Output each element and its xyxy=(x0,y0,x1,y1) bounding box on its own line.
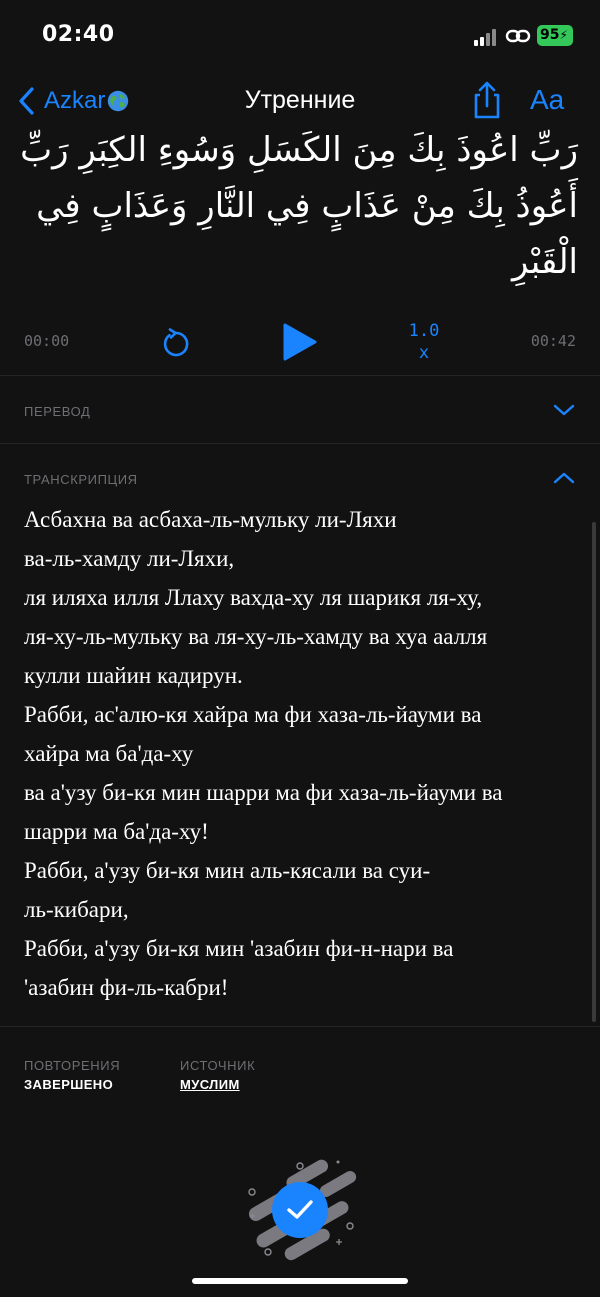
personal-hotspot-icon xyxy=(505,29,531,43)
repetitions-label: ПОВТОРЕНИЯ xyxy=(24,1058,121,1073)
divider xyxy=(0,443,600,444)
back-button[interactable]: Azkar xyxy=(16,86,129,116)
chevron-up-icon xyxy=(553,472,575,484)
battery-level: 95 xyxy=(540,27,560,43)
globe-icon xyxy=(108,90,129,112)
transcription-label: ТРАНСКРИПЦИЯ xyxy=(24,472,138,487)
transcription-line: Асбахна ва асбаха-ль-мульку ли-Ляхи xyxy=(24,507,397,532)
play-icon[interactable] xyxy=(282,322,318,362)
font-size-button[interactable]: Aa xyxy=(530,84,564,116)
transcription-line: ль-кибари, xyxy=(24,897,129,922)
cellular-signal-icon xyxy=(474,28,498,46)
current-time: 00:00 xyxy=(24,332,70,350)
speed-value: 1.0 xyxy=(408,321,440,341)
checkmark-icon xyxy=(287,1200,313,1219)
chevron-left-icon xyxy=(19,87,34,115)
translation-section-header[interactable]: ПЕРЕВОД xyxy=(0,380,600,440)
source-label: ИСТОЧНИК xyxy=(180,1058,256,1073)
navigation-bar: Azkar Утренние Aa xyxy=(0,78,600,128)
source-info: ИСТОЧНИК МУСЛИМ xyxy=(180,1058,255,1092)
translation-label: ПЕРЕВОД xyxy=(24,404,91,419)
share-icon[interactable] xyxy=(470,80,504,120)
transcription-line: кулли шайин кадирун. xyxy=(24,663,243,688)
transcription-line: Рабби, а'узу би-кя мин 'азабин фи-н-нари… xyxy=(24,936,454,961)
status-time: 02:40 xyxy=(42,22,115,47)
charging-bolt-icon: ⚡ xyxy=(559,28,568,42)
repeat-icon[interactable] xyxy=(160,328,192,360)
transcription-line: ва-ль-хамду ли-Ляхи, xyxy=(24,546,235,571)
transcription-text: Асбахна ва асбаха-ль-мульку ли-Ляхи ва-л… xyxy=(24,500,574,1007)
home-indicator[interactable] xyxy=(192,1278,408,1284)
back-button-label: Azkar xyxy=(44,87,106,114)
transcription-line: ва а'узу би-кя мин шарри ма фи хаза-ль-й… xyxy=(24,780,503,805)
transcription-section-header[interactable]: ТРАНСКРИПЦИЯ xyxy=(0,448,600,508)
repetitions-info: ПОВТОРЕНИЯ ЗАВЕРШЕНО xyxy=(24,1058,120,1092)
total-time: 00:42 xyxy=(530,332,576,350)
transcription-line: шарри ма ба'да-ху! xyxy=(24,819,209,844)
divider xyxy=(0,1026,600,1027)
transcription-line: ля-ху-ль-мульку ва ля-ху-ль-хамду ва хуа… xyxy=(24,624,488,649)
transcription-line: Рабби, а'узу би-кя мин аль-кясали ва суи… xyxy=(24,858,431,883)
audio-player: 00:00 1.0 x 00:42 xyxy=(0,312,600,374)
transcription-line: Рабби, ас'алю-кя хайра ма фи хаза-ль-йау… xyxy=(24,702,482,727)
playback-speed-button[interactable]: 1.0 x xyxy=(398,320,450,364)
battery-indicator: 95⚡ xyxy=(537,25,573,46)
chevron-down-icon xyxy=(553,404,575,416)
transcription-line: ля иляха илля Ллаху вахда-ху ля шарикя л… xyxy=(24,585,483,610)
transcription-line: 'азабин фи-ль-кабри! xyxy=(24,975,229,1000)
repetitions-value: ЗАВЕРШЕНО xyxy=(24,1077,114,1092)
status-bar: 02:40 95⚡ xyxy=(0,0,600,70)
speed-unit: x xyxy=(418,343,430,363)
scrollbar[interactable] xyxy=(592,522,596,1022)
arabic-text: رَبِّ اعُوذَ بِكَ مِنَ الكَسَلِ وَسُوءِ … xyxy=(20,130,578,282)
complete-button[interactable] xyxy=(272,1182,328,1238)
source-link[interactable]: МУСЛИМ xyxy=(180,1077,255,1092)
divider xyxy=(0,375,600,376)
transcription-line: хайра ма ба'да-ху xyxy=(24,741,194,766)
